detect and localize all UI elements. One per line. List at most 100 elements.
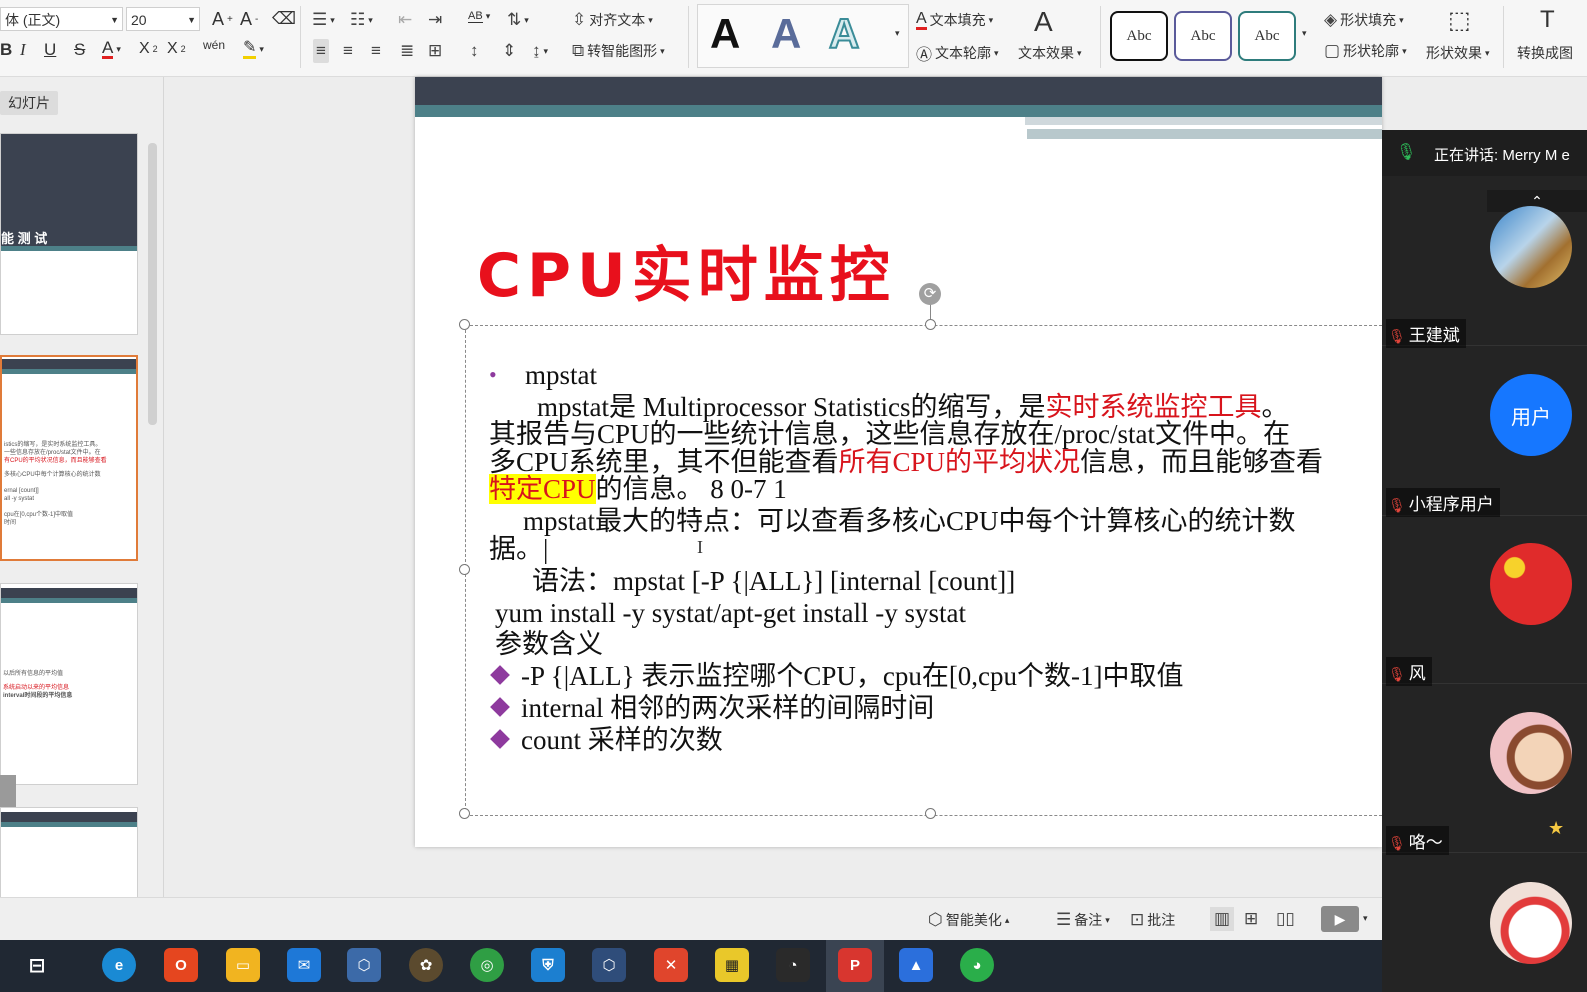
spacing-options-icon[interactable]: ↨ ▾ xyxy=(532,41,548,61)
slide-thumbnail-1[interactable]: 能 测 试 xyxy=(0,133,138,335)
play-slideshow-icon[interactable]: ▶ xyxy=(1321,906,1359,932)
meeting-app-icon[interactable]: ▲ xyxy=(899,948,933,982)
text-effect-icon[interactable]: A xyxy=(1034,6,1053,38)
shape-style-black[interactable]: Abc xyxy=(1110,11,1168,61)
shape-gallery-more-icon[interactable]: ▾ xyxy=(1302,28,1307,39)
shrink-font-icon[interactable]: A- xyxy=(240,9,258,30)
clear-format-icon[interactable]: ⌫ xyxy=(272,9,296,29)
resize-handle[interactable] xyxy=(459,808,470,819)
shape-style-teal[interactable]: Abc xyxy=(1238,11,1296,61)
office-icon[interactable]: O xyxy=(164,948,198,982)
highlight-icon[interactable]: ✎ ▾ xyxy=(243,40,264,59)
smart-beautify-button[interactable]: ⬡ 智能美化 ▴ xyxy=(928,910,1009,930)
underline-icon[interactable]: U xyxy=(44,40,56,60)
paragraph-line-3[interactable]: 多CPU系统里，其不但能查看所有CPU的平均状况信息，而且能够查看 xyxy=(489,448,1323,476)
install-line[interactable]: yum install -y systat/apt-get install -y… xyxy=(495,599,966,627)
convert-button[interactable]: 转换成图 xyxy=(1517,43,1573,63)
paragraph-line-2[interactable]: 其报告与CPU的一些统计信息，这些信息存放在/proc/stat文件中。在 xyxy=(489,420,1290,448)
bullet-list-icon[interactable]: ☰ ▾ xyxy=(312,10,335,30)
text-style-black[interactable]: A xyxy=(710,10,740,58)
syntax-line[interactable]: 语法：mpstat [-P {|ALL}] [internal [count]] xyxy=(532,567,1015,595)
align-right-icon[interactable]: ≡ xyxy=(371,41,381,61)
distribute-icon[interactable]: ⊞ xyxy=(428,41,442,61)
strikethrough-icon[interactable]: S xyxy=(74,40,85,60)
superscript-icon[interactable]: X2 xyxy=(139,40,158,58)
numbered-list-icon[interactable]: ☷ ▾ xyxy=(350,10,373,30)
align-left-icon[interactable]: ≡ xyxy=(313,39,329,63)
subscript-icon[interactable]: X2 xyxy=(167,40,186,58)
bold-icon[interactable]: B xyxy=(0,40,12,60)
smart-shape-button[interactable]: ⧉ 转智能图形 ▾ xyxy=(572,41,665,61)
shape-outline-button[interactable]: ▢ 形状轮廓 ▾ xyxy=(1324,41,1407,61)
notes-app-icon[interactable]: ▦ xyxy=(715,948,749,982)
align-center-icon[interactable]: ≡ xyxy=(343,41,353,61)
grow-font-icon[interactable]: A + xyxy=(212,9,233,30)
option-count[interactable]: count 采样的次数 xyxy=(489,726,723,754)
increase-indent-icon[interactable]: ⇥ xyxy=(428,10,442,30)
decrease-indent-icon[interactable]: ⇤ xyxy=(398,10,412,30)
play-options-icon[interactable]: ▾ xyxy=(1363,913,1368,924)
option-p[interactable]: -P {|ALL} 表示监控哪个CPU，cpu在[0,cpu个数-1]中取值 xyxy=(489,662,1184,690)
qq-icon[interactable]: ◔ xyxy=(776,948,810,982)
virtualbox-icon[interactable]: ⬡ xyxy=(347,948,381,982)
shape-effect-button[interactable]: 形状效果 ▾ xyxy=(1426,43,1490,63)
vm-app-icon[interactable]: ⬡ xyxy=(592,948,626,982)
align-text-button[interactable]: ⇳ 对齐文本 ▾ xyxy=(572,10,653,30)
file-explorer-icon[interactable]: ▭ xyxy=(226,948,260,982)
comment-button[interactable]: ⊡ 批注 xyxy=(1130,910,1175,930)
shape-effect-icon[interactable]: ⬚ xyxy=(1448,6,1471,35)
sorter-view-icon[interactable]: ⊞ xyxy=(1244,909,1258,929)
slide-title[interactable]: CPU实时监控 xyxy=(477,227,896,314)
wps-presentation-icon[interactable]: P xyxy=(838,948,872,982)
font-color-icon[interactable]: A ▾ xyxy=(102,39,121,59)
convert-icon[interactable]: T xyxy=(1540,6,1555,34)
paragraph-spacing-icon[interactable]: ⇕ xyxy=(502,41,516,61)
slide-thumbnail-4[interactable] xyxy=(0,807,138,897)
notes-button[interactable]: ☰ 备注 ▾ xyxy=(1056,910,1110,930)
line-spacing-icon[interactable]: ↕ xyxy=(470,41,479,61)
chrome-icon[interactable]: ◎ xyxy=(470,948,504,982)
photo-app-icon[interactable]: ✿ xyxy=(409,948,443,982)
resize-handle[interactable] xyxy=(925,808,936,819)
slide-canvas[interactable]: CPU实时监控 ⟳ • mpstat mpstat是 Multiprocesso… xyxy=(415,77,1382,847)
text-outline-button[interactable]: Ⓐ 文本轮廓 ▾ xyxy=(916,41,999,65)
security-app-icon[interactable]: ⛨ xyxy=(531,948,565,982)
phonetic-guide-icon[interactable]: wén xyxy=(203,38,225,52)
paragraph-line-5[interactable]: mpstat最大的特点：可以查看多核心CPU中每个计算核心的统计数 xyxy=(523,507,1296,535)
mail-icon[interactable]: ✉ xyxy=(287,948,321,982)
paragraph-line-1[interactable]: mpstat是 Multiprocessor Statistics的缩写，是实时… xyxy=(537,393,1288,421)
option-internal[interactable]: internal 相邻的两次采样的间隔时间 xyxy=(489,694,934,722)
panel-splitter-handle[interactable] xyxy=(0,775,16,809)
gallery-more-icon[interactable]: ▾ xyxy=(895,28,900,39)
shape-fill-button[interactable]: ◈ 形状填充 ▾ xyxy=(1324,10,1404,30)
italic-icon[interactable]: I xyxy=(20,40,26,60)
slide-thumbnail-2[interactable]: istics的缩写，是实时系统监控工具。 一些信息存放在/proc/stat文件… xyxy=(0,355,138,561)
shape-style-purple[interactable]: Abc xyxy=(1174,11,1232,61)
task-view-icon[interactable]: ⊟ xyxy=(20,948,54,982)
wechat-icon[interactable]: ◕ xyxy=(960,948,994,982)
slide-thumbnail-3[interactable]: 以后所有信息的平均值 系统启动以来的平均信息 interval时间段的平均信息 xyxy=(0,583,138,785)
paragraph-line-4[interactable]: 特定CPU的信息。 8 0-7 1 xyxy=(489,474,787,504)
reading-view-icon[interactable]: ▯▯ xyxy=(1276,909,1295,929)
font-name-select[interactable]: 体 (正文) ▼ xyxy=(0,7,123,31)
params-heading[interactable]: 参数含义 xyxy=(495,630,603,658)
xmind-icon[interactable]: ✕ xyxy=(654,948,688,982)
resize-handle[interactable] xyxy=(925,319,936,330)
paragraph-line-6[interactable]: 据。| xyxy=(489,535,548,563)
rotate-icon[interactable]: ⟳ xyxy=(919,283,941,305)
text-direction-icon[interactable]: AB ▾ xyxy=(468,10,490,23)
text-fill-button[interactable]: A 文本填充 ▾ xyxy=(916,10,993,30)
font-size-select[interactable]: 20 ▼ xyxy=(126,7,200,31)
edge-browser-icon[interactable]: e xyxy=(102,948,136,982)
resize-handle[interactable] xyxy=(459,564,470,575)
text-effect-button[interactable]: 文本效果 ▾ xyxy=(1018,43,1082,63)
thumbnail-scrollbar[interactable] xyxy=(148,143,157,425)
bullet-mpstat[interactable]: mpstat xyxy=(525,361,597,389)
justify-icon[interactable]: ≣ xyxy=(400,41,414,61)
text-style-blue[interactable]: A xyxy=(771,10,801,58)
text-style-teal[interactable]: A xyxy=(828,9,860,58)
slides-tab[interactable]: 幻灯片 xyxy=(0,91,58,115)
resize-handle[interactable] xyxy=(459,319,470,330)
sort-icon[interactable]: ⇅ ▾ xyxy=(507,10,529,30)
normal-view-icon[interactable]: ▥ xyxy=(1210,907,1235,931)
